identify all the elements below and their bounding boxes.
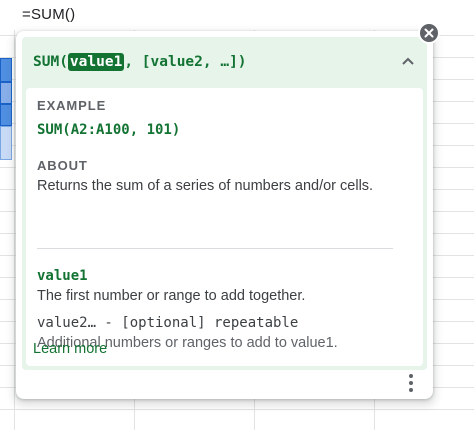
function-signature: SUM(value1, [value2, …]) (33, 53, 247, 71)
argument-description: The first number or range to add togethe… (37, 288, 306, 304)
example-heading: EXAMPLE (37, 98, 107, 113)
formula-bar[interactable]: =SUM() (0, 0, 474, 30)
argument-name: value1 (37, 268, 88, 284)
argument-name: value2… - [optional] repeatable (37, 315, 299, 331)
formula-text[interactable]: =SUM() (22, 6, 75, 23)
example-code: SUM(A2:A100, 101) (37, 122, 181, 138)
signature-header[interactable]: SUM(value1, [value2, …]) (22, 37, 427, 87)
signature-suffix: , [value2, …]) (124, 54, 247, 70)
active-argument: value1 (67, 53, 125, 71)
about-text: Returns the sum of a series of numbers a… (37, 178, 374, 194)
learn-more-link[interactable]: Learn more (33, 341, 107, 357)
selected-cell[interactable] (0, 104, 12, 126)
divider (37, 248, 393, 249)
formula-help-popup: SUM(value1, [value2, …]) EXAMPLE SUM(A2:… (16, 31, 433, 399)
help-card: EXAMPLE SUM(A2:A100, 101) ABOUT Returns … (26, 88, 423, 366)
selected-cell[interactable] (0, 82, 12, 104)
more-vert-icon[interactable] (399, 371, 423, 395)
signature-prefix: SUM( (33, 54, 68, 70)
selected-cell[interactable] (0, 58, 12, 82)
selected-cell[interactable] (0, 126, 12, 160)
close-icon[interactable] (420, 24, 438, 42)
help-panel: SUM(value1, [value2, …]) EXAMPLE SUM(A2:… (22, 37, 427, 370)
about-heading: ABOUT (37, 158, 88, 173)
chevron-up-icon[interactable] (397, 51, 419, 73)
